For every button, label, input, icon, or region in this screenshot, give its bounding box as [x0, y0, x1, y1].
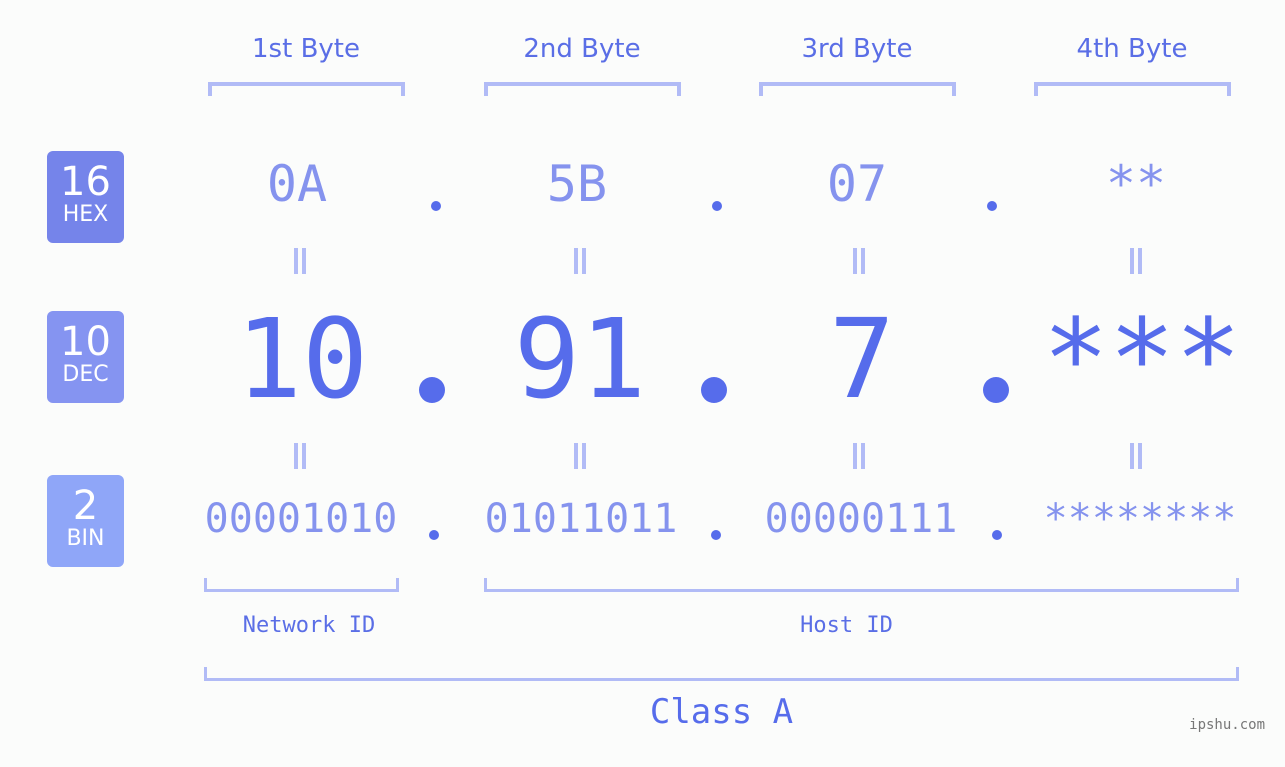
bin-value-4: ********	[1043, 496, 1237, 542]
dec-badge: 10 DEC	[47, 311, 124, 403]
bin-badge: 2 BIN	[47, 475, 124, 567]
bin-separator-3	[992, 530, 1002, 540]
equals-icon	[1126, 248, 1146, 274]
hex-value-2: 5B	[546, 155, 608, 213]
byte-bracket-4	[1034, 82, 1231, 96]
host-id-bracket	[484, 578, 1239, 592]
bin-value-1: 00001010	[204, 496, 398, 542]
hex-value-3: 07	[826, 155, 888, 213]
dec-badge-number: 10	[60, 319, 111, 365]
hex-badge-label: HEX	[62, 202, 109, 227]
network-id-label: Network ID	[242, 613, 376, 638]
equals-icon	[849, 248, 869, 274]
dec-value-2: 91	[513, 295, 647, 423]
bin-badge-number: 2	[72, 483, 99, 529]
equals-icon	[1126, 443, 1146, 469]
dec-separator-1	[419, 377, 445, 403]
class-label: Class A	[649, 692, 794, 732]
hex-separator-1	[431, 201, 441, 211]
byte-header-1: 1st Byte	[252, 34, 360, 64]
equals-icon	[570, 443, 590, 469]
equals-icon	[570, 248, 590, 274]
bin-badge-label: BIN	[66, 526, 105, 551]
byte-bracket-1	[208, 82, 405, 96]
dec-badge-label: DEC	[62, 362, 109, 387]
site-watermark: ipshu.com	[1189, 717, 1265, 733]
hex-separator-2	[712, 201, 722, 211]
bin-separator-1	[429, 530, 439, 540]
host-id-label: Host ID	[800, 613, 893, 638]
bin-value-2: 01011011	[484, 496, 678, 542]
bin-value-3: 00000111	[764, 496, 958, 542]
byte-bracket-3	[759, 82, 956, 96]
byte-header-3: 3rd Byte	[801, 34, 913, 64]
dec-value-3: 7	[828, 295, 896, 423]
equals-icon	[290, 443, 310, 469]
dec-separator-3	[983, 377, 1009, 403]
hex-value-4: **	[1105, 155, 1167, 213]
dec-separator-2	[701, 377, 727, 403]
hex-value-1: 0A	[266, 155, 328, 213]
dec-value-4: ***	[1042, 295, 1242, 423]
hex-badge-number: 16	[60, 159, 111, 205]
byte-header-4: 4th Byte	[1076, 34, 1188, 64]
bin-separator-2	[711, 530, 721, 540]
equals-icon	[290, 248, 310, 274]
byte-bracket-2	[484, 82, 681, 96]
hex-badge: 16 HEX	[47, 151, 124, 243]
class-bracket	[204, 667, 1239, 681]
network-id-bracket	[204, 578, 399, 592]
hex-separator-3	[987, 201, 997, 211]
equals-icon	[849, 443, 869, 469]
byte-header-2: 2nd Byte	[523, 34, 641, 64]
dec-value-1: 10	[235, 295, 369, 423]
